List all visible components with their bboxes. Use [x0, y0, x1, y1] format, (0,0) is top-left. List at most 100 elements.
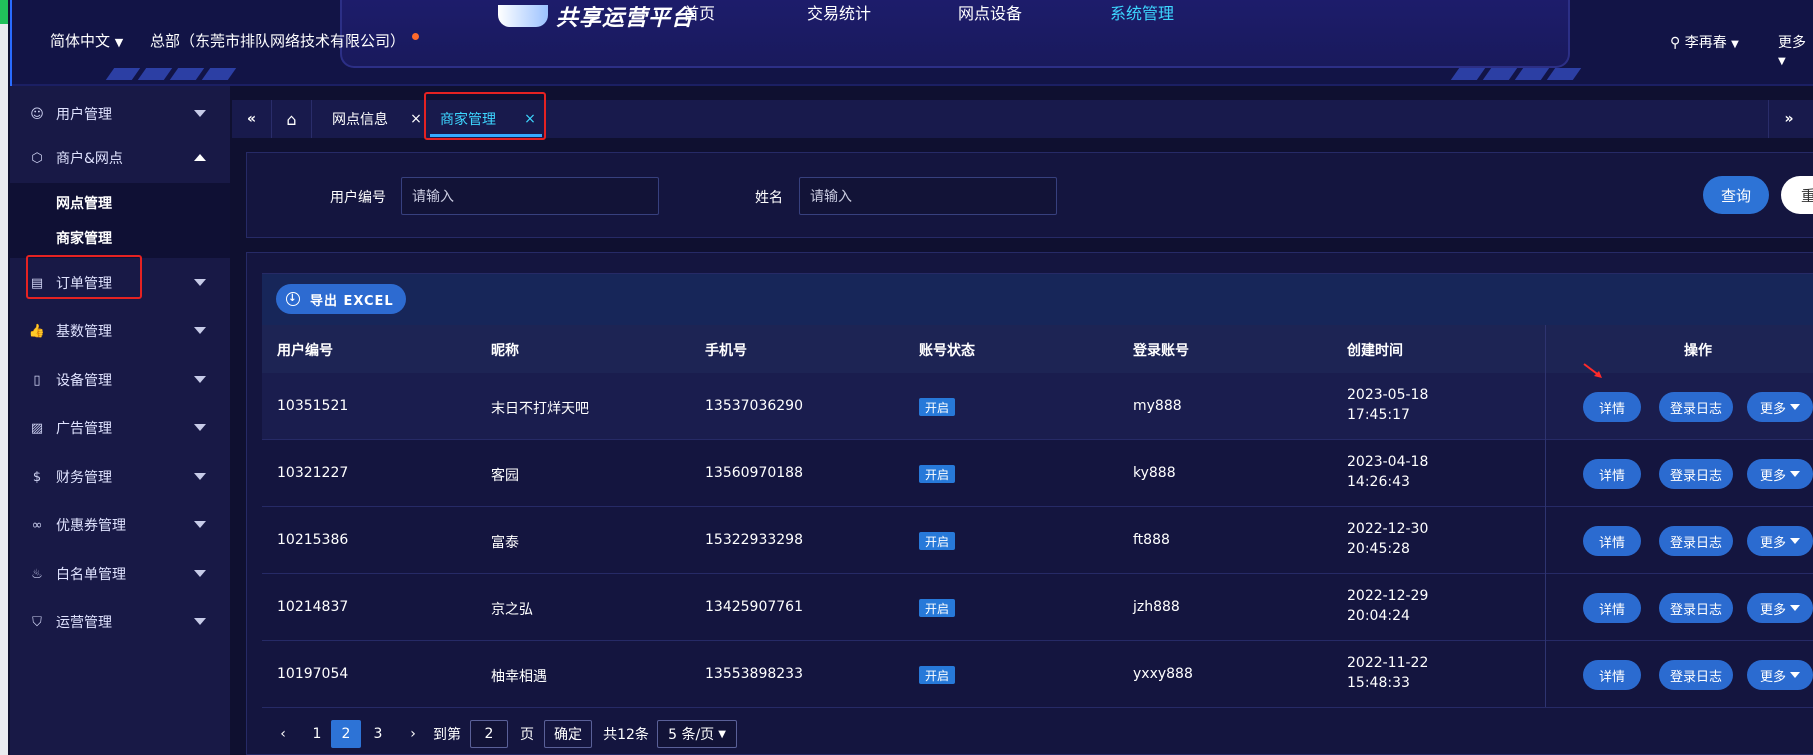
- detail-button[interactable]: 详情: [1583, 459, 1641, 489]
- user-menu[interactable]: ⚲ 李再春 ▼: [1670, 32, 1739, 52]
- dollar-icon: $: [32, 469, 42, 485]
- sidebar-item-label: 设备管理: [56, 373, 112, 389]
- sidebar-item-label: 运营管理: [56, 615, 112, 631]
- name-input[interactable]: [799, 177, 1057, 215]
- user-id-input[interactable]: [401, 177, 659, 215]
- highlight-box-sidebar: [26, 255, 142, 299]
- cell-nickname: 京之弘: [491, 602, 533, 618]
- page-number[interactable]: 3: [367, 720, 389, 748]
- next-page-icon[interactable]: ›: [402, 720, 424, 748]
- page-number-current[interactable]: 2: [331, 720, 361, 748]
- detail-button[interactable]: 详情: [1583, 593, 1641, 623]
- sidebar-item-ad-management[interactable]: ▨ 广告管理: [10, 400, 230, 456]
- more-actions-button[interactable]: 更多: [1747, 459, 1813, 489]
- chevron-down-icon: ▼: [1778, 56, 1786, 67]
- more-menu[interactable]: 更多 ▼: [1778, 32, 1813, 68]
- sidebar: ☺ 用户管理 ⬡ 商户&网点 网点管理 商家管理 ▤ 订单管理 👍 基数管理 ▯ 设备管理…: [10, 86, 230, 755]
- coupon-icon: ∞: [31, 517, 43, 533]
- chevron-down-icon: ▼: [718, 728, 726, 740]
- language-label: 简体中文: [50, 32, 111, 50]
- chevron-down-icon: [194, 473, 206, 480]
- page-size-value: 5 条/页: [668, 727, 715, 743]
- status-badge: 开启: [919, 532, 955, 550]
- highlight-box-tab: [424, 92, 546, 140]
- cell-account: yxxy888: [1133, 666, 1193, 682]
- scroll-right-icon[interactable]: »: [1769, 100, 1809, 138]
- goto-confirm-button[interactable]: 确定: [544, 720, 592, 748]
- query-button[interactable]: 查询: [1703, 176, 1769, 214]
- person-icon: ⚲: [1670, 35, 1681, 51]
- organization-selector[interactable]: 总部（东莞市排队网络技术有限公司）: [150, 30, 405, 51]
- chevron-down-icon: [194, 327, 206, 334]
- cell-created-date: 2022-11-22: [1347, 655, 1429, 671]
- scroll-left-icon[interactable]: «: [232, 100, 272, 138]
- chevron-down-icon: ▼: [1731, 39, 1739, 50]
- more-actions-button[interactable]: 更多: [1747, 392, 1813, 422]
- export-excel-button[interactable]: ↓ 导出 EXCEL: [276, 284, 406, 314]
- column-header: 手机号: [705, 343, 747, 359]
- chevron-down-icon: [194, 570, 206, 577]
- prev-page-icon[interactable]: ‹: [272, 720, 294, 748]
- login-log-button[interactable]: 登录日志: [1659, 526, 1733, 556]
- cell-account: jzh888: [1133, 599, 1180, 615]
- column-header: 创建时间: [1347, 343, 1403, 359]
- caret-down-icon: [1790, 471, 1800, 477]
- chevron-down-icon: [194, 279, 206, 286]
- cell-account: my888: [1133, 398, 1182, 414]
- logo-text: 共享运营平台: [556, 6, 695, 31]
- more-actions-button[interactable]: 更多: [1747, 526, 1813, 556]
- sidebar-subitem-merchant-management[interactable]: 商家管理: [10, 218, 230, 258]
- sidebar-item-label: 广告管理: [56, 421, 112, 437]
- page-number[interactable]: 1: [306, 720, 328, 748]
- sidebar-subitem-outlet-management[interactable]: 网点管理: [10, 183, 230, 223]
- column-header: 昵称: [491, 343, 519, 359]
- download-icon: ↓: [286, 292, 300, 306]
- table-toolbar: [262, 273, 1813, 325]
- nav-transaction-stats[interactable]: 交易统计: [807, 0, 871, 24]
- page-unit-label: 页: [520, 727, 534, 743]
- header-stripe-left: [105, 68, 237, 80]
- home-tab-icon[interactable]: ⌂: [272, 100, 312, 138]
- sidebar-item-label: 商户&网点: [56, 151, 123, 167]
- status-badge: 开启: [919, 599, 955, 617]
- goto-page-input[interactable]: 2: [470, 720, 508, 748]
- nav-system-management[interactable]: 系统管理: [1110, 0, 1174, 24]
- login-log-button[interactable]: 登录日志: [1659, 593, 1733, 623]
- sidebar-item-coupon-management[interactable]: ∞ 优惠券管理: [10, 497, 230, 553]
- user-icon: ☺: [30, 106, 44, 122]
- cell-nickname: 柚幸相遇: [491, 669, 547, 685]
- cell-phone: 13553898233: [705, 666, 803, 682]
- nav-home[interactable]: 首页: [683, 0, 715, 24]
- nav-outlet-devices[interactable]: 网点设备: [958, 0, 1022, 24]
- detail-button[interactable]: 详情: [1583, 526, 1641, 556]
- login-log-button[interactable]: 登录日志: [1659, 459, 1733, 489]
- image-icon: ▨: [30, 420, 44, 436]
- more-actions-button[interactable]: 更多: [1747, 660, 1813, 690]
- cell-created-time: 17:45:17: [1347, 407, 1410, 423]
- more-label: 更多: [1778, 35, 1806, 51]
- sidebar-item-base-management[interactable]: 👍 基数管理: [10, 303, 230, 359]
- goto-label: 到第: [433, 727, 461, 743]
- cell-created-time: 15:48:33: [1347, 675, 1410, 691]
- status-badge: 开启: [919, 666, 955, 684]
- cell-created-time: 20:45:28: [1347, 541, 1410, 557]
- detail-button[interactable]: 详情: [1583, 392, 1641, 422]
- cell-nickname: 富泰: [491, 535, 519, 551]
- sidebar-item-label: 财务管理: [56, 470, 112, 486]
- tab-label: 网点信息: [332, 112, 388, 128]
- flame-icon: ♨: [31, 566, 43, 582]
- cell-account: ky888: [1133, 465, 1176, 481]
- cell-nickname: 客园: [491, 468, 519, 484]
- login-log-button[interactable]: 登录日志: [1659, 660, 1733, 690]
- more-actions-button[interactable]: 更多: [1747, 593, 1813, 623]
- cell-created-date: 2022-12-30: [1347, 521, 1429, 537]
- reset-button[interactable]: 重: [1781, 176, 1813, 214]
- login-log-button[interactable]: 登录日志: [1659, 392, 1733, 422]
- cell-created-time: 20:04:24: [1347, 608, 1410, 624]
- language-select[interactable]: 简体中文 ▼: [50, 30, 123, 51]
- detail-button[interactable]: 详情: [1583, 660, 1641, 690]
- sidebar-item-label: 白名单管理: [56, 567, 126, 583]
- page-size-select[interactable]: 5 条/页 ▼: [657, 720, 737, 748]
- sidebar-item-operations-management[interactable]: ⛉ 运营管理: [10, 594, 230, 650]
- sidebar-item-merchant-outlet[interactable]: ⬡ 商户&网点: [10, 130, 230, 186]
